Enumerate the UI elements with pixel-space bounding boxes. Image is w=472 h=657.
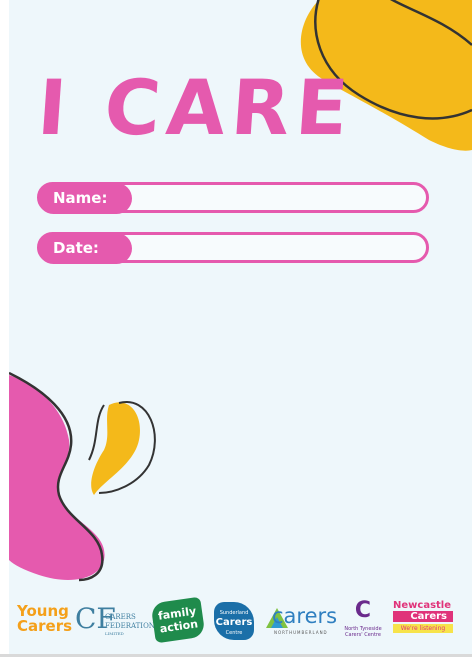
north-tyneside-carers-logo: C North Tyneside Carers' Centre xyxy=(344,598,382,639)
activity-sheet: I CARE Name: Date: Young Carers CF CARER… xyxy=(9,0,472,655)
left-blob-decoration xyxy=(9,371,156,582)
name-label: Name: xyxy=(38,183,132,214)
carers-northumberland-logo: carers NORTHUMBERLAND xyxy=(264,604,337,636)
newcastle-carers-logo: Newcastle Carers We're listening xyxy=(393,600,453,633)
partner-logos: Young Carers CF CARERS FEDERATION LIMITE… xyxy=(9,596,472,644)
sunderland-carers-logo: Sunderland Carers Centre xyxy=(214,602,254,640)
page-title: I CARE xyxy=(34,63,357,152)
name-field[interactable]: Name: xyxy=(37,182,429,214)
date-label: Date: xyxy=(38,233,132,264)
date-input[interactable] xyxy=(136,235,420,260)
young-carers-logo: Young Carers xyxy=(17,602,73,635)
carers-federation-logo: CF CARERS FEDERATION LIMITED xyxy=(75,602,155,636)
name-input[interactable] xyxy=(136,185,420,210)
date-field[interactable]: Date: xyxy=(37,232,429,264)
family-action-logo: family action xyxy=(150,596,206,644)
